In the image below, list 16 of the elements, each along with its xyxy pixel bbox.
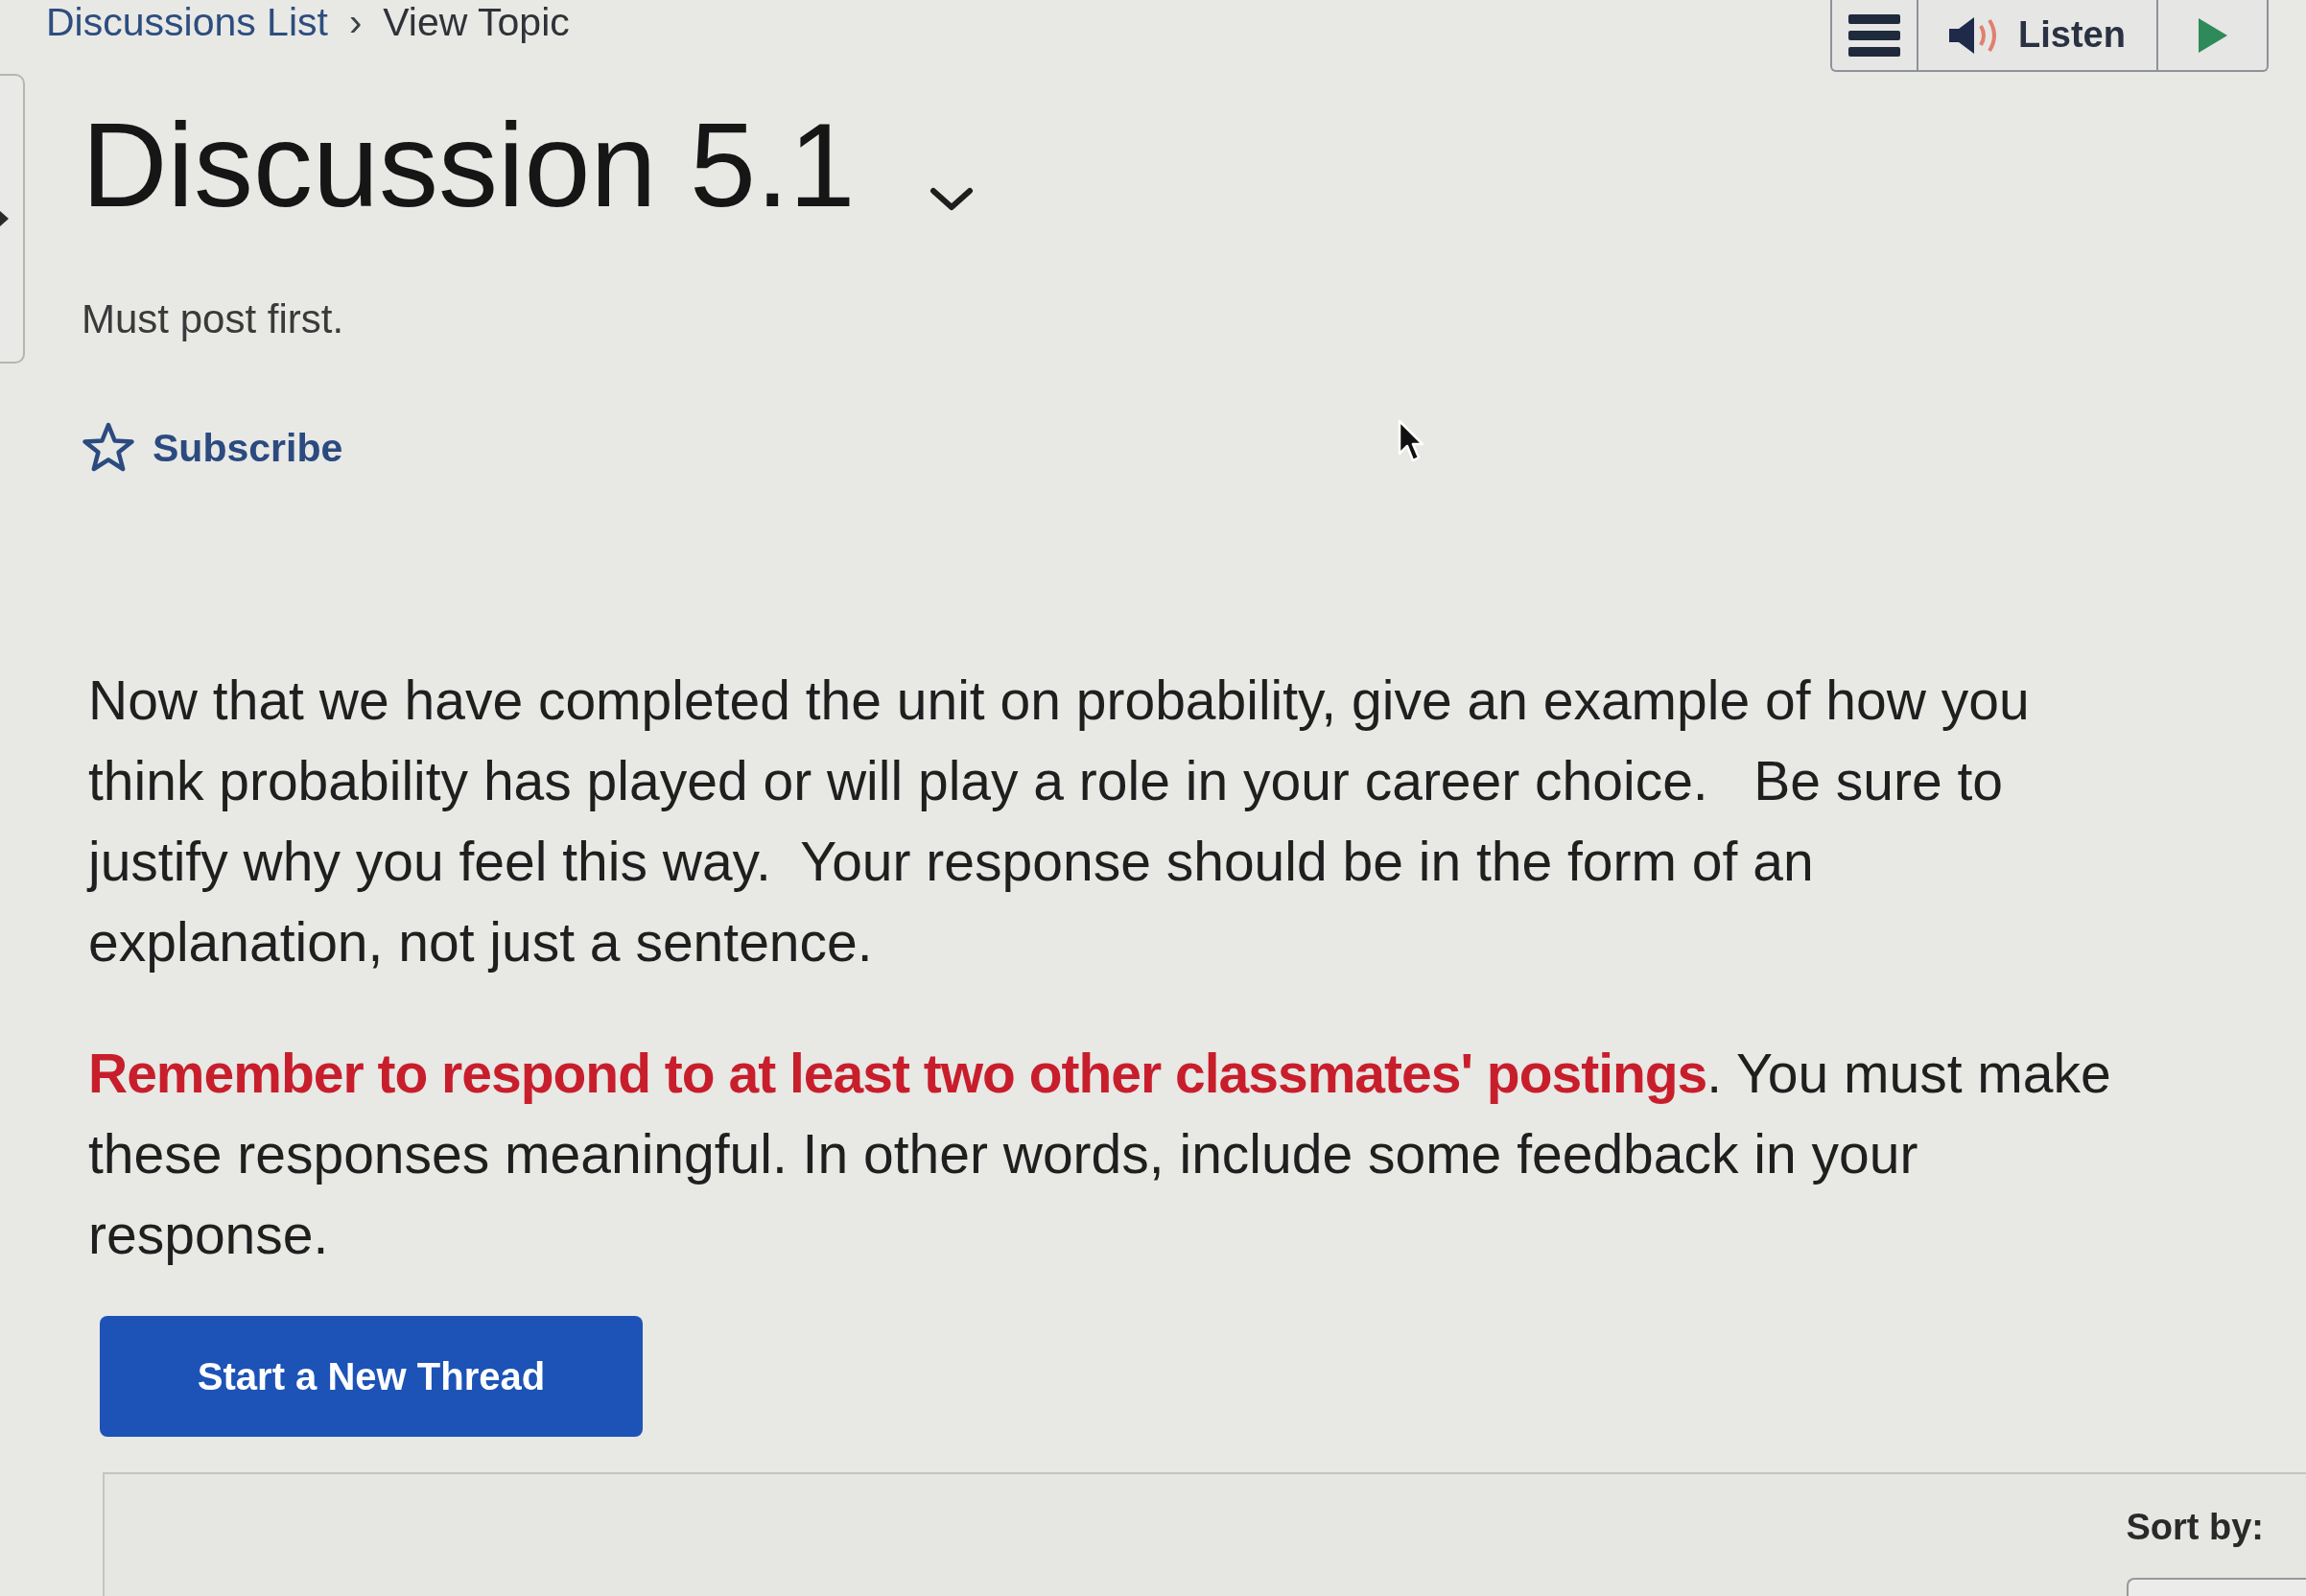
play-icon [2198, 17, 2227, 53]
sort-select[interactable] [2127, 1578, 2306, 1596]
page-title: Discussion 5.1 [82, 98, 856, 233]
reminder-text: Remember to respond to at least two other classmates' postings. You must make these responses meaningful. In other words, include some feedback in your response. [88, 1042, 2112, 1267]
breadcrumb-current: View Topic [383, 0, 570, 44]
subscribe-link[interactable]: Subscribe [82, 421, 343, 475]
breadcrumb-separator: › [348, 0, 363, 44]
mouse-pointer-icon [1398, 419, 1424, 463]
breadcrumb-link[interactable]: Discussions List [46, 0, 328, 44]
restriction-note: Must post first. [82, 295, 344, 343]
new-thread-button[interactable]: Start a New Thread [100, 1316, 643, 1437]
instructions-text: Now that we have completed the unit on probability, give an example of how you think probability has played or will play a role in your career choice. Be sure to justify why you feel this way. Your response should be in the form of an explanation, not just a sentence. [88, 669, 2031, 974]
sort-label: Sort by: [2126, 1506, 2264, 1549]
menu-icon [1848, 13, 1900, 57]
triangle-icon [0, 211, 9, 226]
chevron-down-icon[interactable] [929, 187, 975, 212]
